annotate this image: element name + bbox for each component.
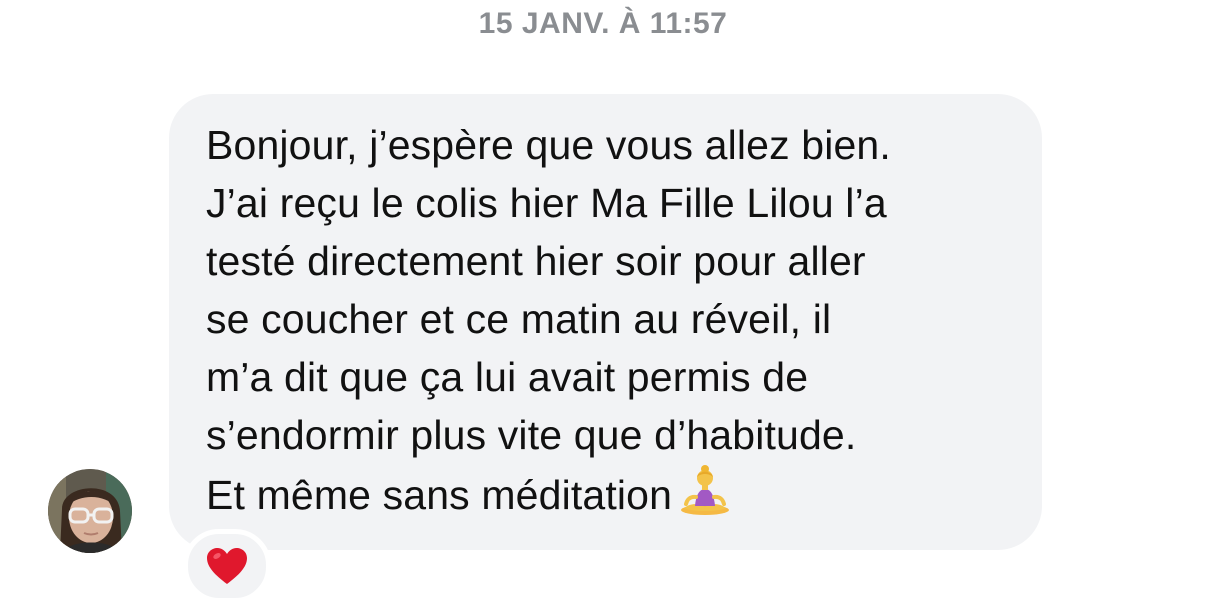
message-bubble[interactable]: Bonjour, j’espère que vous allez bien. J…	[169, 94, 1042, 550]
message-timestamp: 15 JANV. À 11:57	[478, 7, 728, 40]
avatar-photo-icon	[48, 469, 132, 553]
chat-thread: 15 JANV. À 11:57 Bonjour, j’espère que v…	[0, 0, 1206, 602]
sender-avatar[interactable]	[48, 469, 132, 553]
message-text: Bonjour, j’espère que vous allez bien. J…	[206, 116, 1012, 524]
red-heart-icon	[207, 548, 247, 584]
reaction-badge[interactable]	[183, 529, 271, 602]
message-text-content: Bonjour, j’espère que vous allez bien. J…	[206, 122, 891, 518]
lotus-position-emoji-icon	[678, 464, 732, 518]
